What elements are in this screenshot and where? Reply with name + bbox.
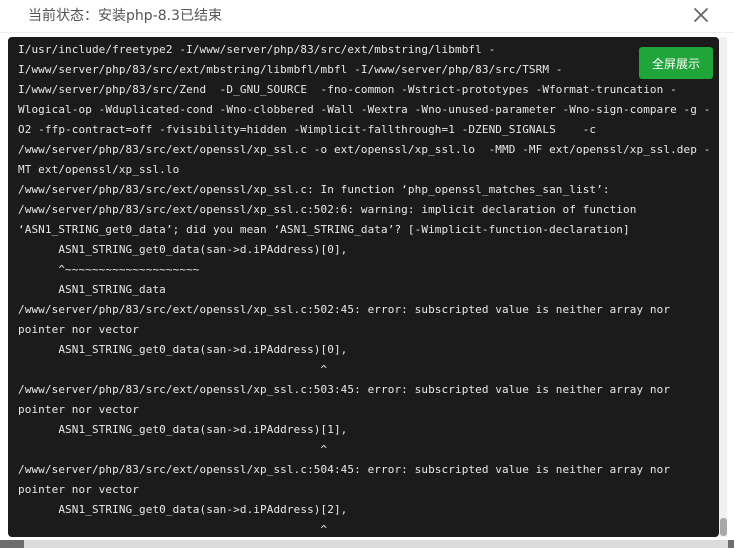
console-scrollbar[interactable]: [719, 37, 727, 537]
console-log-text: -I/www/server/php/83/src/ext/date/lib -I…: [18, 43, 711, 536]
dialog-header: 当前状态：安装php-8.3已结束: [0, 0, 734, 33]
dialog-title: 当前状态：安装php-8.3已结束: [28, 8, 222, 24]
close-icon: [694, 8, 708, 22]
dialog-bottom-edge: [24, 540, 728, 548]
close-button[interactable]: [690, 4, 712, 26]
console-output[interactable]: -I/www/server/php/83/src/ext/date/lib -I…: [8, 37, 719, 537]
scrollbar-thumb[interactable]: [720, 518, 727, 536]
fullscreen-button[interactable]: 全屏展示: [639, 47, 713, 79]
install-status-dialog: 当前状态：安装php-8.3已结束 -I/www/server/php/83/s…: [0, 0, 734, 548]
